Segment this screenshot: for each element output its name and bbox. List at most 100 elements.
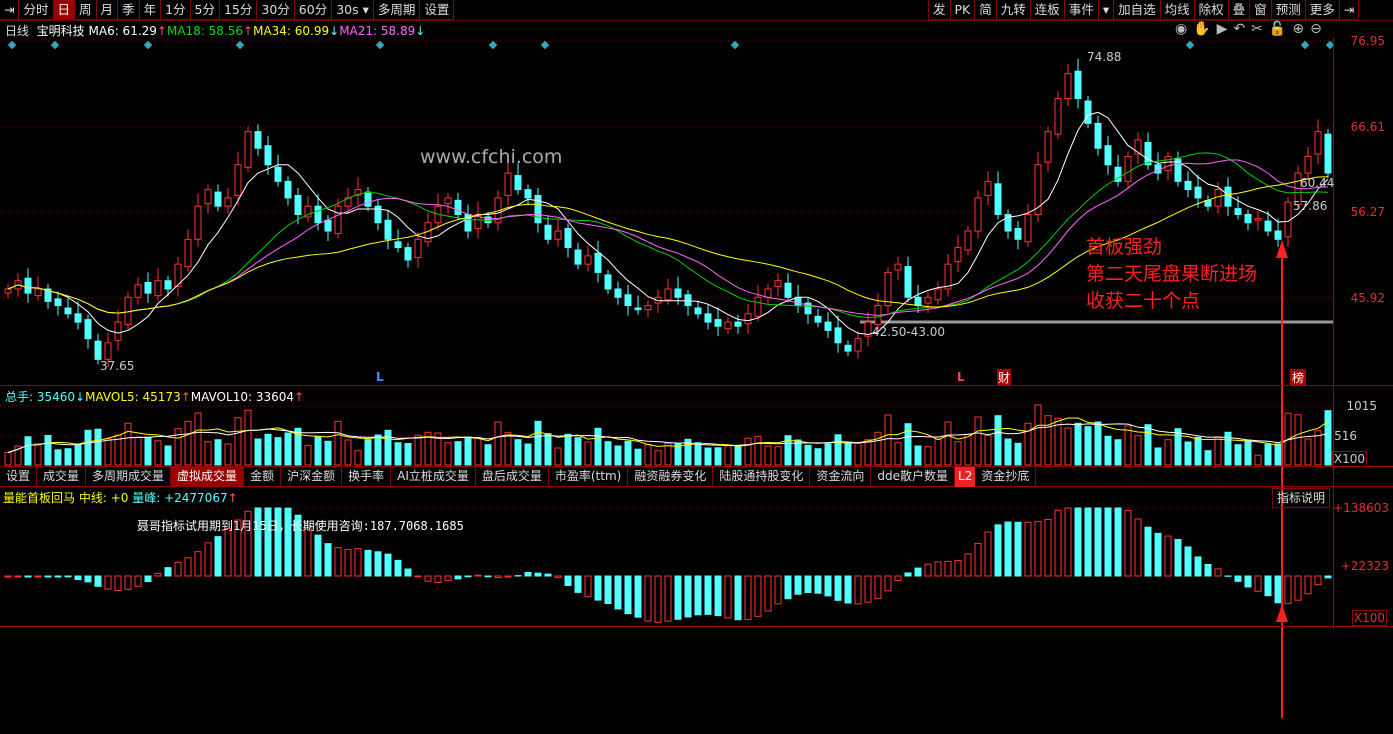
indicator-tab[interactable]: 沪深金额 xyxy=(281,467,343,487)
indicator-tab[interactable]: 成交量 xyxy=(37,467,87,487)
indicator-help-button[interactable]: 指标说明 xyxy=(1272,488,1330,508)
indicator-bar xyxy=(864,575,872,603)
volume-bar xyxy=(1304,438,1312,466)
volume-bar xyxy=(574,437,582,466)
volume-bar xyxy=(1094,421,1102,466)
candle-body xyxy=(1304,156,1312,174)
indicator-bar xyxy=(1124,509,1132,577)
indicator-tab[interactable]: 陆股通持股变化 xyxy=(713,467,811,487)
indicator-bar xyxy=(674,575,682,620)
candle-body xyxy=(604,274,612,290)
volume-bar xyxy=(184,420,192,466)
volume-bar xyxy=(34,443,42,466)
candle-body xyxy=(894,263,902,271)
indicator-bar xyxy=(54,575,62,578)
volume-bar xyxy=(1144,424,1152,466)
indicator-bar xyxy=(904,572,912,577)
volume-bar xyxy=(74,443,82,466)
indicator-tab[interactable]: 市盈率(ttm) xyxy=(549,467,629,487)
candle-body xyxy=(1124,156,1132,182)
candle-body xyxy=(274,166,282,182)
volume-bar xyxy=(604,441,612,466)
volume-bar xyxy=(394,442,402,466)
signal-diamond xyxy=(375,40,385,50)
candle-body xyxy=(1244,213,1252,224)
indicator-bar xyxy=(1134,518,1142,577)
indicator-tab[interactable]: dde散户数量 xyxy=(871,467,956,487)
indicator-tab[interactable]: 换手率 xyxy=(342,467,392,487)
volume-bar xyxy=(724,445,732,466)
indicator-bar xyxy=(454,575,462,580)
indicator-bar xyxy=(1304,575,1312,595)
finance-marker[interactable]: 财 xyxy=(997,369,1012,386)
indicator-bar xyxy=(484,575,492,578)
volume-bar xyxy=(334,420,342,466)
chart-canvas[interactable] xyxy=(0,0,1393,734)
volume-bar xyxy=(1324,410,1332,466)
candle-body xyxy=(884,271,892,307)
annotation-text: 首板强劲 第二天尾盘果断进场 收获二十个点 xyxy=(1086,234,1257,315)
candle-body xyxy=(214,191,222,207)
indicator-tab[interactable]: 多周期成交量 xyxy=(86,467,172,487)
indicator-bar xyxy=(824,575,832,597)
indicator-bar xyxy=(1324,575,1332,579)
indicator-bar xyxy=(4,575,12,578)
indicator-bar xyxy=(784,575,792,600)
indicator-tab[interactable]: L2 xyxy=(955,467,976,487)
volume-bar xyxy=(924,446,932,466)
volume-bar xyxy=(584,441,592,466)
indicator-name: 量能首板回马 xyxy=(3,491,76,505)
indicator-tab[interactable]: 金额 xyxy=(244,467,282,487)
candle-body xyxy=(774,280,782,288)
volume-bar xyxy=(914,445,922,466)
ranking-marker[interactable]: 榜 xyxy=(1290,369,1307,386)
candle-body xyxy=(4,288,12,294)
indicator-tab[interactable]: 资金抄底 xyxy=(975,467,1037,487)
indicator-bar xyxy=(124,575,132,590)
indicator-bar xyxy=(214,536,222,577)
volume-bar xyxy=(884,414,892,466)
indicator-tab[interactable]: 盘后成交量 xyxy=(476,467,549,487)
indicator-bar xyxy=(1184,546,1192,577)
indicator-bar xyxy=(204,542,212,577)
volume-bar xyxy=(364,439,372,466)
indicator-bar xyxy=(414,575,422,578)
indicator-bar xyxy=(924,563,932,577)
price-axis-label: 45.92 xyxy=(1350,291,1385,305)
candle-body xyxy=(564,228,572,249)
indicator-bar xyxy=(1074,507,1082,577)
candle-body xyxy=(404,247,412,261)
mavol10: MAVOL10: 33604 xyxy=(190,390,294,404)
indicator-tab[interactable]: 融资融券变化 xyxy=(628,467,714,487)
volume-bar xyxy=(164,445,172,466)
indicator-bar xyxy=(684,575,692,618)
indicator-bar xyxy=(614,575,622,610)
indicator-bar xyxy=(64,575,72,578)
indicator-bar xyxy=(624,575,632,615)
indicator-tab[interactable]: 虚拟成交量 xyxy=(171,467,245,487)
volume-bar xyxy=(524,443,532,466)
indicator-tab[interactable]: 设置 xyxy=(0,467,38,487)
volume-bar xyxy=(544,433,552,466)
volume-bar xyxy=(1164,439,1172,466)
candle-body xyxy=(844,344,852,352)
indicator-bar xyxy=(14,575,22,578)
indicator-tab[interactable]: 资金流向 xyxy=(810,467,872,487)
volume-bar xyxy=(1174,428,1182,466)
candle-body xyxy=(154,280,162,297)
price-axis-label: 56.27 xyxy=(1350,205,1385,219)
indicator-bar xyxy=(344,549,352,577)
volume-bar xyxy=(1114,439,1122,466)
volume-bar xyxy=(374,434,382,466)
candle-body xyxy=(814,315,822,323)
volume-bar xyxy=(624,440,632,466)
indicator-bar xyxy=(504,575,512,578)
indicator-bar xyxy=(1044,518,1052,577)
candle-body xyxy=(834,327,842,344)
indicator-bar xyxy=(894,575,902,582)
candle-body xyxy=(674,288,682,298)
indicator-tab[interactable]: AI立桩成交量 xyxy=(391,467,476,487)
candle-body xyxy=(624,294,632,307)
volume-bar xyxy=(214,439,222,466)
volume-bar xyxy=(804,444,812,466)
